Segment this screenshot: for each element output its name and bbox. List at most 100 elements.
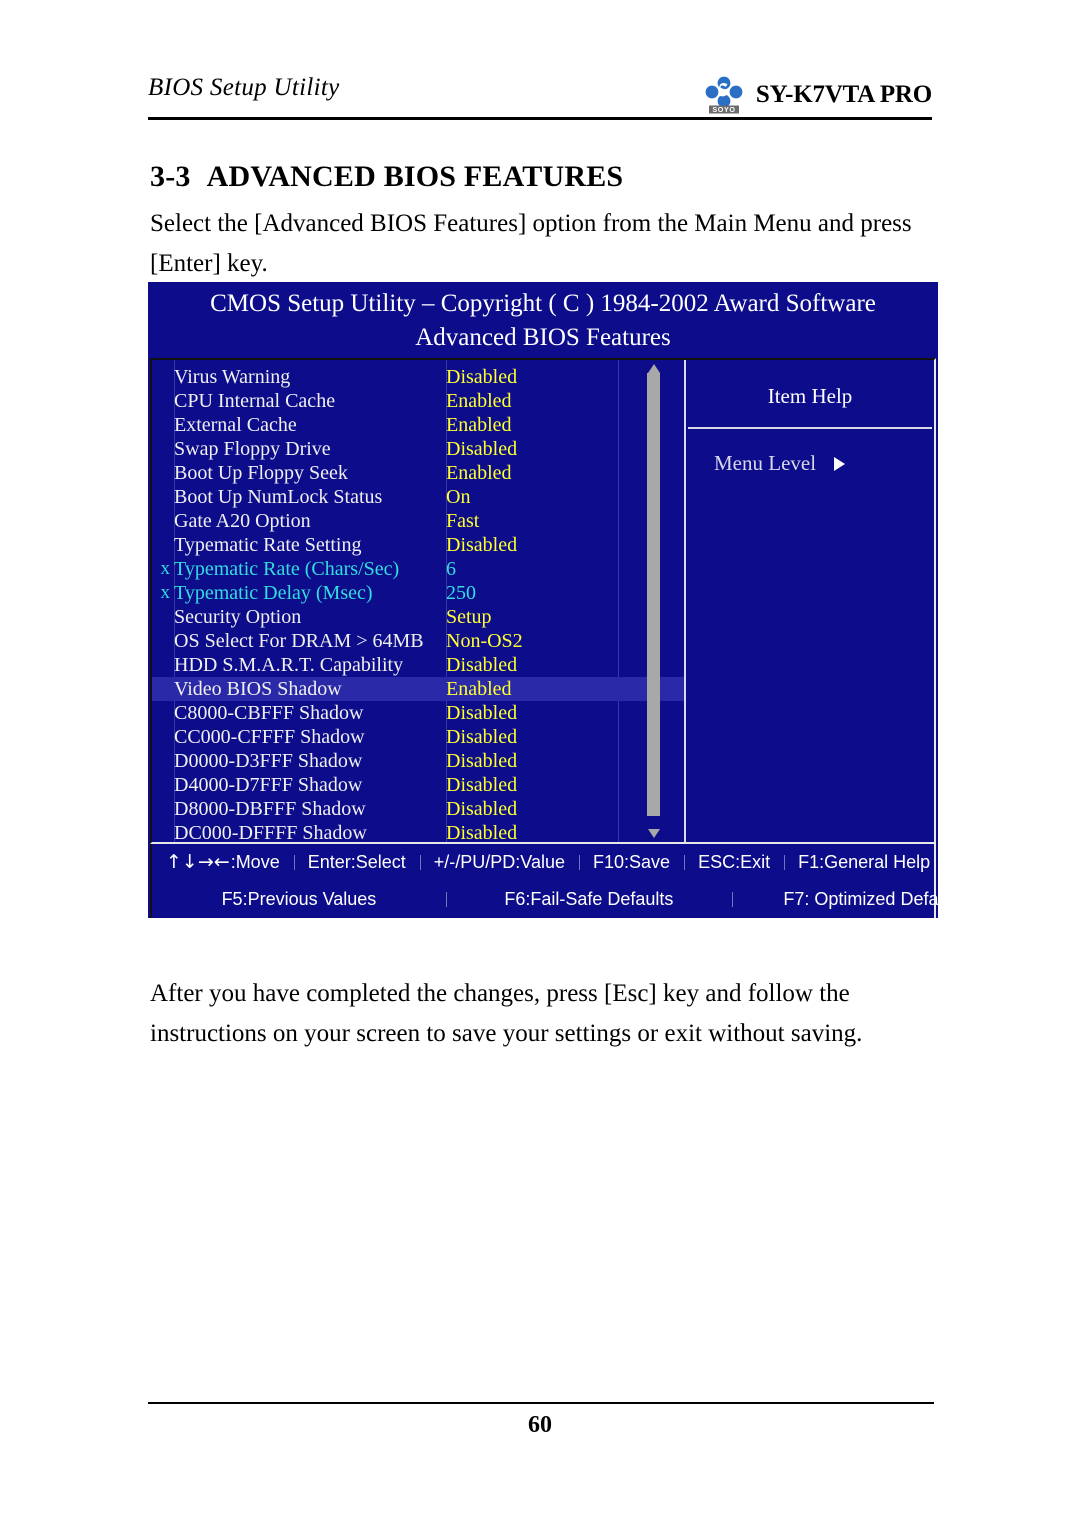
setting-row[interactable]: Boot Up Floppy Seek Enabled xyxy=(152,461,684,485)
scroll-down-arrow-icon[interactable] xyxy=(648,829,660,838)
setting-value[interactable]: Disabled xyxy=(446,701,517,725)
bios-page-title: Advanced BIOS Features xyxy=(415,324,671,351)
setting-label: D0000-D3FFF Shadow xyxy=(174,750,363,772)
section-heading: 3-3 ADVANCED BIOS FEATURES xyxy=(150,160,623,194)
setting-value[interactable]: Disabled xyxy=(446,725,517,749)
setting-label: Virus Warning xyxy=(174,366,291,388)
setting-label: C8000-CBFFF Shadow xyxy=(174,702,364,724)
menu-level-label: Menu Level xyxy=(714,451,817,475)
setting-value[interactable]: Fast xyxy=(446,509,479,533)
soyo-logo-icon: SOYO xyxy=(704,75,744,115)
settings-scrollbar[interactable] xyxy=(647,364,662,838)
scrollbar-thumb[interactable] xyxy=(647,373,660,816)
outro-paragraph: After you have completed the changes, pr… xyxy=(150,980,863,1047)
setting-row[interactable]: Boot Up NumLock Status On xyxy=(152,485,684,509)
setting-value[interactable]: Enabled xyxy=(446,677,512,701)
setting-row[interactable]: Gate A20 Option Fast xyxy=(152,509,684,533)
brand-block: SOYO SY-K7VTA PRO xyxy=(704,75,932,115)
setting-disabled-marker xyxy=(152,701,174,725)
setting-row[interactable]: D4000-D7FFF Shadow Disabled xyxy=(152,773,684,797)
setting-disabled-marker: x xyxy=(160,558,171,579)
keybar-hint-label: F6:Fail-Safe Defaults xyxy=(504,888,674,909)
setting-row[interactable]: C8000-CBFFF Shadow Disabled xyxy=(152,701,684,725)
setting-row[interactable]: D0000-D3FFF Shadow Disabled xyxy=(152,749,684,773)
setting-disabled-marker xyxy=(152,797,174,821)
setting-value[interactable]: 6 xyxy=(446,557,456,581)
setting-row[interactable]: Security Option Setup xyxy=(152,605,684,629)
setting-row[interactable]: Virus Warning Disabled xyxy=(152,365,684,389)
setting-value[interactable]: Enabled xyxy=(446,461,512,485)
setting-value[interactable]: Disabled xyxy=(446,821,517,845)
keybar-hint: F1:General Help xyxy=(784,852,944,873)
svg-text:SOYO: SOYO xyxy=(712,105,735,114)
setting-disabled-marker xyxy=(152,461,174,485)
page-header: BIOS Setup Utility SOYO SY-K7VTA PRO xyxy=(148,74,932,122)
setting-value[interactable]: Non-OS2 xyxy=(446,629,523,653)
setting-row[interactable]: Typematic Rate Setting Disabled xyxy=(152,533,684,557)
bios-copyright-line: CMOS Setup Utility – Copyright ( C ) 198… xyxy=(210,290,876,317)
bios-title-bar: CMOS Setup Utility – Copyright ( C ) 198… xyxy=(148,282,938,355)
setting-value[interactable]: On xyxy=(446,485,470,509)
item-help-title: Item Help xyxy=(767,384,853,408)
keybar-hint: F7: Optimized Defaults xyxy=(731,888,1018,910)
setting-label: HDD S.M.A.R.T. Capability xyxy=(174,654,404,676)
setting-disabled-marker xyxy=(152,629,174,653)
setting-value[interactable]: Disabled xyxy=(446,773,517,797)
setting-value[interactable]: Disabled xyxy=(446,797,517,821)
bios-keybar: ↑↓→←:Move Enter:Select +/-/PU/PD:Value F10:… xyxy=(150,844,966,918)
keybar-hint: ↑↓→←:Move xyxy=(152,851,294,873)
bios-body: Virus Warning Disabled CPU Internal Cache E… xyxy=(150,358,936,844)
keybar-row-primary: ↑↓→←:Move Enter:Select +/-/PU/PD:Value F10:… xyxy=(152,844,934,880)
keybar-hint-label: F1:General Help xyxy=(798,851,931,872)
setting-row[interactable]: x Typematic Delay (Msec) 250 xyxy=(152,581,684,605)
setting-value[interactable]: Enabled xyxy=(446,389,512,413)
keybar-hint: F10:Save xyxy=(579,852,684,873)
keybar-hint-label: F10:Save xyxy=(593,851,671,872)
setting-disabled-marker xyxy=(152,437,174,461)
setting-row[interactable]: CPU Internal Cache Enabled xyxy=(152,389,684,413)
setting-row[interactable]: External Cache Enabled xyxy=(152,413,684,437)
setting-value[interactable]: Disabled xyxy=(446,653,517,677)
setting-row[interactable]: x Typematic Rate (Chars/Sec) 6 xyxy=(152,557,684,581)
setting-label: External Cache xyxy=(174,414,297,436)
scroll-up-arrow-icon[interactable] xyxy=(648,364,660,373)
keybar-hint-label: ESC:Exit xyxy=(698,851,771,872)
setting-row[interactable]: Video BIOS Shadow Enabled xyxy=(152,677,684,701)
setting-value[interactable]: Disabled xyxy=(446,365,517,389)
setting-label: Gate A20 Option xyxy=(174,510,311,532)
setting-disabled-marker xyxy=(152,509,174,533)
keybar-hint-label: F7: Optimized Defaults xyxy=(783,888,967,909)
setting-disabled-marker xyxy=(152,485,174,509)
setting-value[interactable]: Disabled xyxy=(446,533,517,557)
footer-divider xyxy=(148,1402,934,1404)
setting-value[interactable]: Enabled xyxy=(446,413,512,437)
setting-row[interactable]: OS Select For DRAM > 64MB Non-OS2 xyxy=(152,629,684,653)
setting-value[interactable]: Setup xyxy=(446,605,492,629)
running-head-title: BIOS Setup Utility xyxy=(148,74,340,101)
keybar-hint: +/-/PU/PD:Value xyxy=(419,852,579,873)
item-help-panel: Item Help Menu Level xyxy=(686,360,934,842)
setting-disabled-marker xyxy=(152,821,174,845)
setting-label: CC000-CFFFF Shadow xyxy=(174,726,365,748)
setting-value[interactable]: 250 xyxy=(446,581,476,605)
setting-value[interactable]: Disabled xyxy=(446,749,517,773)
keybar-hint-label: Enter:Select xyxy=(307,851,406,872)
setting-row[interactable]: Swap Floppy Drive Disabled xyxy=(152,437,684,461)
setting-row[interactable]: DC000-DFFFF Shadow Disabled xyxy=(152,821,684,845)
setting-row[interactable]: HDD S.M.A.R.T. Capability Disabled xyxy=(152,653,684,677)
setting-label: DC000-DFFFF Shadow xyxy=(174,822,367,844)
settings-list[interactable]: Virus Warning Disabled CPU Internal Cache E… xyxy=(152,360,686,845)
setting-value[interactable]: Disabled xyxy=(446,437,517,461)
setting-row[interactable]: D8000-DBFFF Shadow Disabled xyxy=(152,797,684,821)
keybar-hint: ESC:Exit xyxy=(684,852,784,873)
setting-disabled-marker xyxy=(152,749,174,773)
setting-row[interactable]: CC000-CFFFF Shadow Disabled xyxy=(152,725,684,749)
setting-label: Boot Up NumLock Status xyxy=(174,486,383,508)
menu-level-row: Menu Level xyxy=(686,429,934,476)
bios-setup-window: CMOS Setup Utility – Copyright ( C ) 198… xyxy=(148,282,966,918)
keybar-hint-label: :Move xyxy=(230,851,280,872)
setting-label: Typematic Rate (Chars/Sec) xyxy=(174,558,400,580)
setting-label: Swap Floppy Drive xyxy=(174,438,331,460)
keybar-hint: Enter:Select xyxy=(293,851,420,873)
page-number: 60 xyxy=(528,1412,552,1438)
